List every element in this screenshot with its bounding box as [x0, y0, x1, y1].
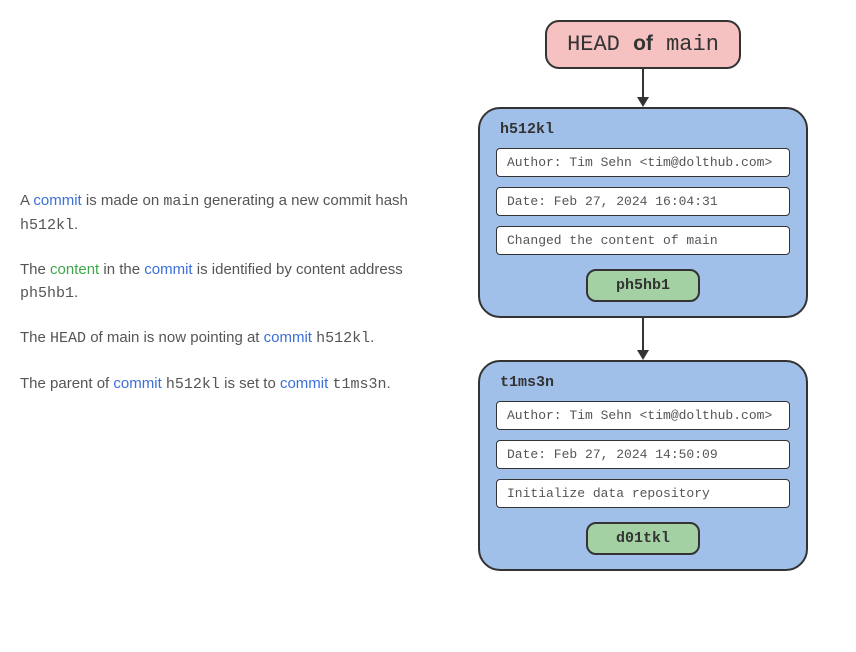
- commit-node: h512kl Author: Tim Sehn <tim@dolthub.com…: [478, 107, 808, 318]
- branch-name: main: [666, 32, 719, 57]
- keyword-commit: commit: [113, 375, 161, 392]
- commit-graph: HEAD of main h512kl Author: Tim Sehn <ti…: [460, 20, 826, 632]
- content-address: ph5hb1: [586, 269, 700, 302]
- keyword-commit: commit: [144, 261, 192, 278]
- content-address-ref: ph5hb1: [20, 285, 74, 302]
- paragraph-1: A commit is made on main generating a ne…: [20, 190, 430, 237]
- author-field: Author: Tim Sehn <tim@dolthub.com>: [496, 401, 790, 430]
- head-label: HEAD of main: [545, 20, 741, 69]
- commit-hash-ref: t1ms3n: [332, 376, 386, 393]
- commit-node: t1ms3n Author: Tim Sehn <tim@dolthub.com…: [478, 360, 808, 571]
- keyword-commit: commit: [264, 329, 312, 346]
- branch-name: main: [163, 193, 199, 210]
- explanation-text: A commit is made on main generating a ne…: [20, 20, 430, 632]
- keyword-content: content: [50, 261, 99, 278]
- commit-hash-ref: h512kl: [20, 217, 74, 234]
- keyword-commit: commit: [33, 192, 81, 209]
- paragraph-2: The content in the commit is identified …: [20, 259, 430, 305]
- date-field: Date: Feb 27, 2024 14:50:09: [496, 440, 790, 469]
- date-field: Date: Feb 27, 2024 16:04:31: [496, 187, 790, 216]
- commit-hash-ref: h512kl: [166, 376, 220, 393]
- of-text: of: [633, 32, 653, 55]
- commit-hash-ref: h512kl: [316, 330, 370, 347]
- commit-hash: t1ms3n: [500, 374, 554, 391]
- content-address: d01tkl: [586, 522, 700, 555]
- message-field: Changed the content of main: [496, 226, 790, 255]
- head-text: HEAD: [567, 32, 620, 57]
- author-field: Author: Tim Sehn <tim@dolthub.com>: [496, 148, 790, 177]
- paragraph-3: The HEAD of main is now pointing at comm…: [20, 327, 430, 351]
- arrow-icon: [637, 69, 649, 107]
- keyword-commit: commit: [280, 375, 328, 392]
- arrow-icon: [637, 318, 649, 360]
- message-field: Initialize data repository: [496, 479, 790, 508]
- paragraph-4: The parent of commit h512kl is set to co…: [20, 373, 430, 397]
- head-ref: HEAD: [50, 330, 86, 347]
- commit-hash: h512kl: [500, 121, 554, 138]
